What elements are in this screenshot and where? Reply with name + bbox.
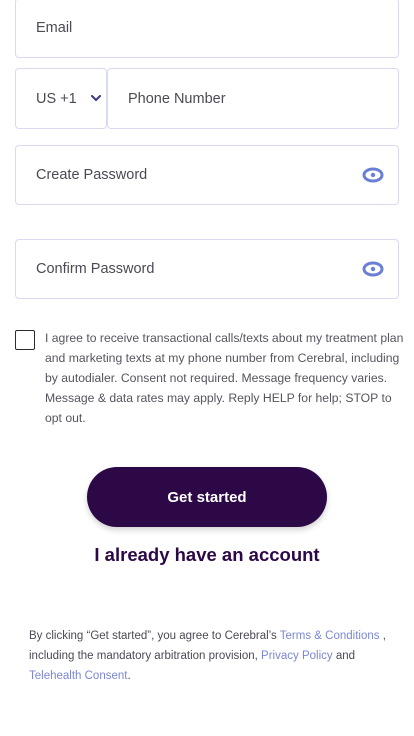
country-code-value: US +1 xyxy=(36,90,77,107)
email-field[interactable]: Email xyxy=(15,0,399,58)
privacy-policy-link[interactable]: Privacy Policy xyxy=(261,650,333,662)
eye-icon[interactable] xyxy=(362,164,384,186)
create-password-placeholder: Create Password xyxy=(36,167,148,183)
confirm-password-field[interactable]: Confirm Password xyxy=(15,239,399,299)
phone-number-field[interactable]: Phone Number xyxy=(107,68,399,129)
terms-link[interactable]: Terms & Conditions xyxy=(280,630,380,642)
create-password-field[interactable]: Create Password xyxy=(15,145,399,205)
country-code-select[interactable]: US +1 xyxy=(15,68,107,129)
sms-consent: I agree to receive transactional calls/t… xyxy=(15,328,405,428)
confirm-password-placeholder: Confirm Password xyxy=(36,261,155,277)
consent-checkbox[interactable] xyxy=(15,330,35,350)
legal-prefix: By clicking “Get started”, you agree to … xyxy=(29,630,280,642)
legal-and: and xyxy=(332,650,356,662)
email-placeholder: Email xyxy=(36,20,73,36)
legal-notice: By clicking “Get started”, you agree to … xyxy=(29,626,389,686)
phone-placeholder: Phone Number xyxy=(128,90,226,107)
telehealth-consent-link[interactable]: Telehealth Consent xyxy=(29,670,127,682)
chevron-down-icon xyxy=(90,95,101,102)
existing-account-link[interactable]: I already have an account xyxy=(0,544,414,566)
eye-icon[interactable] xyxy=(362,258,384,280)
legal-suffix: . xyxy=(127,670,131,682)
signup-form: Email US +1 Phone Number Create Password… xyxy=(0,0,414,736)
get-started-button[interactable]: Get started xyxy=(87,467,327,527)
consent-text: I agree to receive transactional calls/t… xyxy=(45,331,404,425)
